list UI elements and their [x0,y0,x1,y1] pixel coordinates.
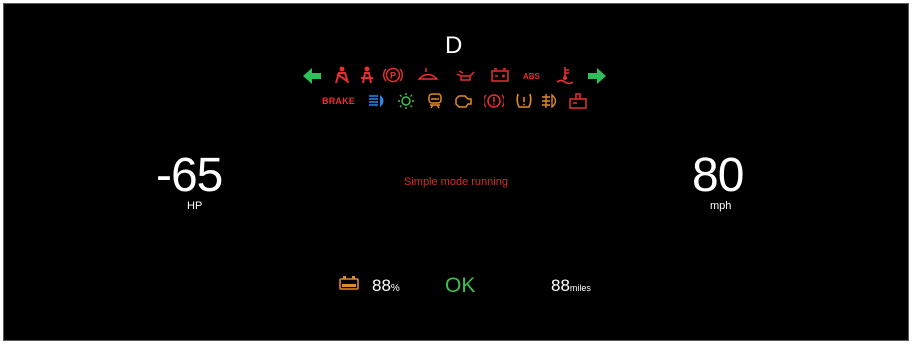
battery-warning-icon [490,66,510,84]
parking-brake-icon: P [383,66,403,84]
oil-pressure-icon [455,66,475,84]
brake-warning-label: BRAKE [322,96,356,106]
system-status: OK [445,274,476,297]
speed-unit: mph [710,200,732,212]
engine-check-icon [453,92,473,110]
gear-indicator: D [445,32,463,59]
speed-value: 80 [692,149,744,202]
fog-light-icon [541,92,561,110]
glow-plug-icon [568,92,588,110]
power-steering-icon [484,92,504,110]
turn-left-arrow-icon [303,68,321,84]
range-readout: 88miles [551,276,591,295]
high-beam-icon [368,92,388,110]
turn-right-arrow-icon [588,68,606,84]
svg-text:P: P [390,71,396,81]
seat-heater-icon [425,92,445,110]
seatbelt-icon [332,66,352,84]
battery-percent: 88% [372,276,400,295]
power-value: -65 [156,149,223,202]
battery-icon [339,276,359,290]
abs-warning-label: ABS [523,72,540,81]
seatbelt-2-icon [357,66,377,84]
tire-pressure-icon [514,92,534,110]
coolant-temp-icon [555,66,575,84]
power-unit: HP [187,200,203,212]
washer-fluid-icon [418,66,438,84]
light-on-icon [396,92,416,110]
status-message: Simple mode running [404,176,508,188]
